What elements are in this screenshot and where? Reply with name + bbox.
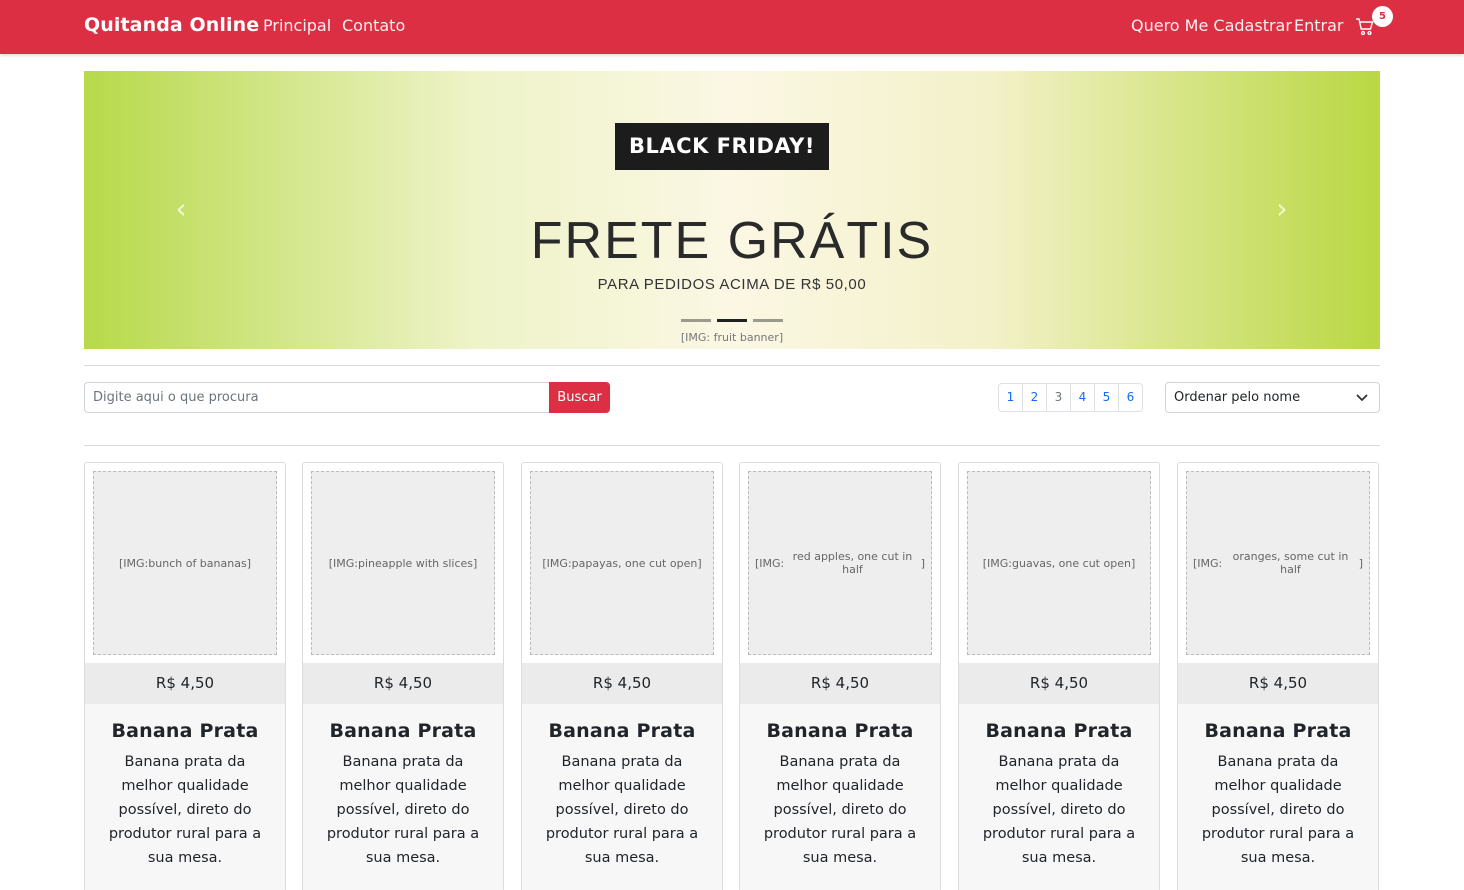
- product-description: Banana prata da melhor qualidade possíve…: [982, 754, 1136, 866]
- page-link[interactable]: 1: [998, 383, 1023, 412]
- search-button[interactable]: Buscar: [549, 382, 610, 413]
- nav-link-cadastrar[interactable]: Quero Me Cadastrar: [1131, 16, 1292, 35]
- chevron-down-icon: [1356, 394, 1368, 402]
- product-image: [IMG: red apples, one cut in half]: [740, 463, 940, 663]
- carousel-indicator-active[interactable]: [717, 319, 747, 322]
- carousel-subline: PARA PEDIDOS ACIMA DE R$ 50,00: [597, 276, 867, 293]
- page-link[interactable]: 5: [1094, 383, 1119, 412]
- carousel-indicator[interactable]: [753, 319, 783, 322]
- product-price: R$ 4,50: [740, 663, 940, 704]
- navbar: Quitanda Online Principal Contato Quero …: [0, 0, 1464, 54]
- carousel-badge: BLACK FRIDAY!: [615, 123, 829, 170]
- brand-logo[interactable]: Quitanda Online: [84, 14, 259, 36]
- product-price: R$ 4,50: [1178, 663, 1378, 704]
- card-body: Banana Prata Banana prata da melhor qual…: [303, 704, 503, 890]
- card-body: Banana Prata Banana prata da melhor qual…: [1178, 704, 1378, 890]
- product-description: Banana prata da melhor qualidade possíve…: [108, 754, 262, 866]
- promo-carousel: [IMG: fruit banner] BLACK FRIDAY! FRETE …: [84, 71, 1380, 349]
- product-image: [IMG: oranges, some cut in half]: [1178, 463, 1378, 663]
- page-link-current[interactable]: 3: [1046, 383, 1071, 412]
- product-card[interactable]: [IMG: pineapple with slices] R$ 4,50 Ban…: [302, 462, 504, 890]
- product-image-placeholder: [IMG: oranges, some cut in half]: [1186, 471, 1370, 655]
- divider: [84, 365, 1380, 366]
- product-price: R$ 4,50: [959, 663, 1159, 704]
- product-name: Banana Prata: [766, 720, 914, 742]
- product-description: Banana prata da melhor qualidade possíve…: [326, 754, 480, 866]
- page-link[interactable]: 2: [1022, 383, 1047, 412]
- card-body: Banana Prata Banana prata da melhor qual…: [522, 704, 722, 890]
- search-input[interactable]: [84, 382, 550, 413]
- product-image: [IMG: guavas, one cut open]: [959, 463, 1159, 663]
- product-name: Banana Prata: [329, 720, 477, 742]
- chevron-right-icon[interactable]: ›: [1267, 189, 1297, 229]
- carousel-headline: FRETE GRÁTIS: [530, 212, 934, 270]
- card-body: Banana Prata Banana prata da melhor qual…: [740, 704, 940, 890]
- card-body: Banana Prata Banana prata da melhor qual…: [959, 704, 1159, 890]
- product-price: R$ 4,50: [303, 663, 503, 704]
- product-description: Banana prata da melhor qualidade possíve…: [763, 754, 917, 866]
- product-description: Banana prata da melhor qualidade possíve…: [545, 754, 699, 866]
- product-image-placeholder: [IMG: papayas, one cut open]: [530, 471, 714, 655]
- carousel-indicators: [681, 319, 783, 323]
- sort-select[interactable]: Ordenar pelo nome: [1165, 382, 1380, 413]
- divider: [84, 445, 1380, 446]
- product-card[interactable]: [IMG: guavas, one cut open] R$ 4,50 Bana…: [958, 462, 1160, 890]
- nav-link-entrar[interactable]: Entrar: [1294, 16, 1343, 35]
- product-card[interactable]: [IMG: red apples, one cut in half] R$ 4,…: [739, 462, 941, 890]
- page-link[interactable]: 6: [1118, 383, 1143, 412]
- product-image: [IMG: papayas, one cut open]: [522, 463, 722, 663]
- pagination: 1 2 3 4 5 6: [998, 383, 1143, 412]
- product-name: Banana Prata: [1204, 720, 1352, 742]
- product-image-placeholder: [IMG: pineapple with slices]: [311, 471, 495, 655]
- product-price: R$ 4,50: [85, 663, 285, 704]
- product-price: R$ 4,50: [522, 663, 722, 704]
- page-link[interactable]: 4: [1070, 383, 1095, 412]
- product-image-placeholder: [IMG: guavas, one cut open]: [967, 471, 1151, 655]
- product-image-placeholder: [IMG: red apples, one cut in half]: [748, 471, 932, 655]
- product-name: Banana Prata: [111, 720, 259, 742]
- carousel-banner-image: [IMG: fruit banner]: [84, 71, 1380, 349]
- svg-text:[IMG: fruit banner]: [IMG: fruit banner]: [681, 331, 783, 344]
- product-card[interactable]: [IMG: oranges, some cut in half] R$ 4,50…: [1177, 462, 1379, 890]
- sort-select-value: Ordenar pelo nome: [1174, 390, 1301, 405]
- product-image: [IMG: pineapple with slices]: [303, 463, 503, 663]
- card-body: Banana Prata Banana prata da melhor qual…: [85, 704, 285, 890]
- product-name: Banana Prata: [985, 720, 1133, 742]
- carousel-indicator[interactable]: [681, 319, 711, 322]
- product-description: Banana prata da melhor qualidade possíve…: [1201, 754, 1355, 866]
- product-image-placeholder: [IMG: bunch of bananas]: [93, 471, 277, 655]
- nav-link-contato[interactable]: Contato: [342, 16, 405, 35]
- product-card[interactable]: [IMG: papayas, one cut open] R$ 4,50 Ban…: [521, 462, 723, 890]
- chevron-left-icon[interactable]: ‹: [166, 189, 196, 229]
- cart-count-badge: 5: [1372, 6, 1393, 27]
- product-image: [IMG: bunch of bananas]: [85, 463, 285, 663]
- product-name: Banana Prata: [548, 720, 696, 742]
- product-card[interactable]: [IMG: bunch of bananas] R$ 4,50 Banana P…: [84, 462, 286, 890]
- nav-link-principal[interactable]: Principal: [263, 16, 331, 35]
